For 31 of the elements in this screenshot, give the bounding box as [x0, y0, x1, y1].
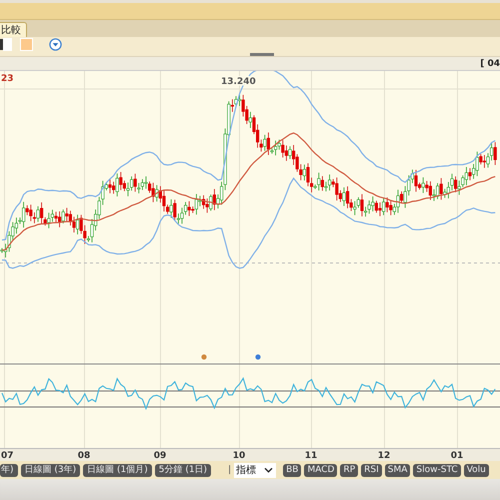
scroll-thumb[interactable] [250, 53, 274, 56]
indicator-button[interactable]: RSI [361, 464, 382, 476]
month-label: 01 [450, 451, 464, 461]
separator: | [228, 465, 232, 475]
event-dot[interactable] [201, 354, 207, 360]
month-label: 07 [1, 451, 14, 461]
month-label: 10 [232, 451, 246, 461]
indicator-button[interactable]: SMA [384, 464, 410, 476]
month-label: 12 [378, 451, 390, 461]
price-label: 23 [1, 74, 14, 84]
indicator-button[interactable]: Slow-STC [413, 464, 461, 476]
period-button[interactable]: 5分鐘 (1日) [154, 464, 212, 476]
event-dot[interactable] [255, 354, 261, 360]
date-range-label: [ 04 [480, 58, 500, 68]
color-swatch[interactable] [3, 38, 12, 51]
chevron-down-icon [264, 466, 274, 474]
period-button[interactable]: 日線圖 (1個月) [83, 464, 152, 476]
indicator-button[interactable]: MACD [304, 464, 338, 476]
period-button[interactable]: 年) [0, 464, 18, 476]
indicator-select[interactable]: 指標 [234, 462, 276, 478]
indicator-button[interactable]: BB [283, 464, 302, 476]
indicator-button[interactable]: RP [340, 464, 358, 476]
color-swatch[interactable] [0, 39, 3, 50]
compare-tab[interactable]: 比較 [0, 22, 27, 37]
month-label: 08 [78, 451, 90, 461]
color-swatch[interactable] [20, 38, 33, 51]
period-button[interactable]: 日線圖 (3年) [20, 464, 80, 476]
month-label: 11 [304, 451, 318, 461]
dropdown-icon[interactable] [49, 38, 62, 51]
month-label: 09 [154, 451, 166, 461]
indicator-button[interactable]: Volu [464, 464, 489, 476]
